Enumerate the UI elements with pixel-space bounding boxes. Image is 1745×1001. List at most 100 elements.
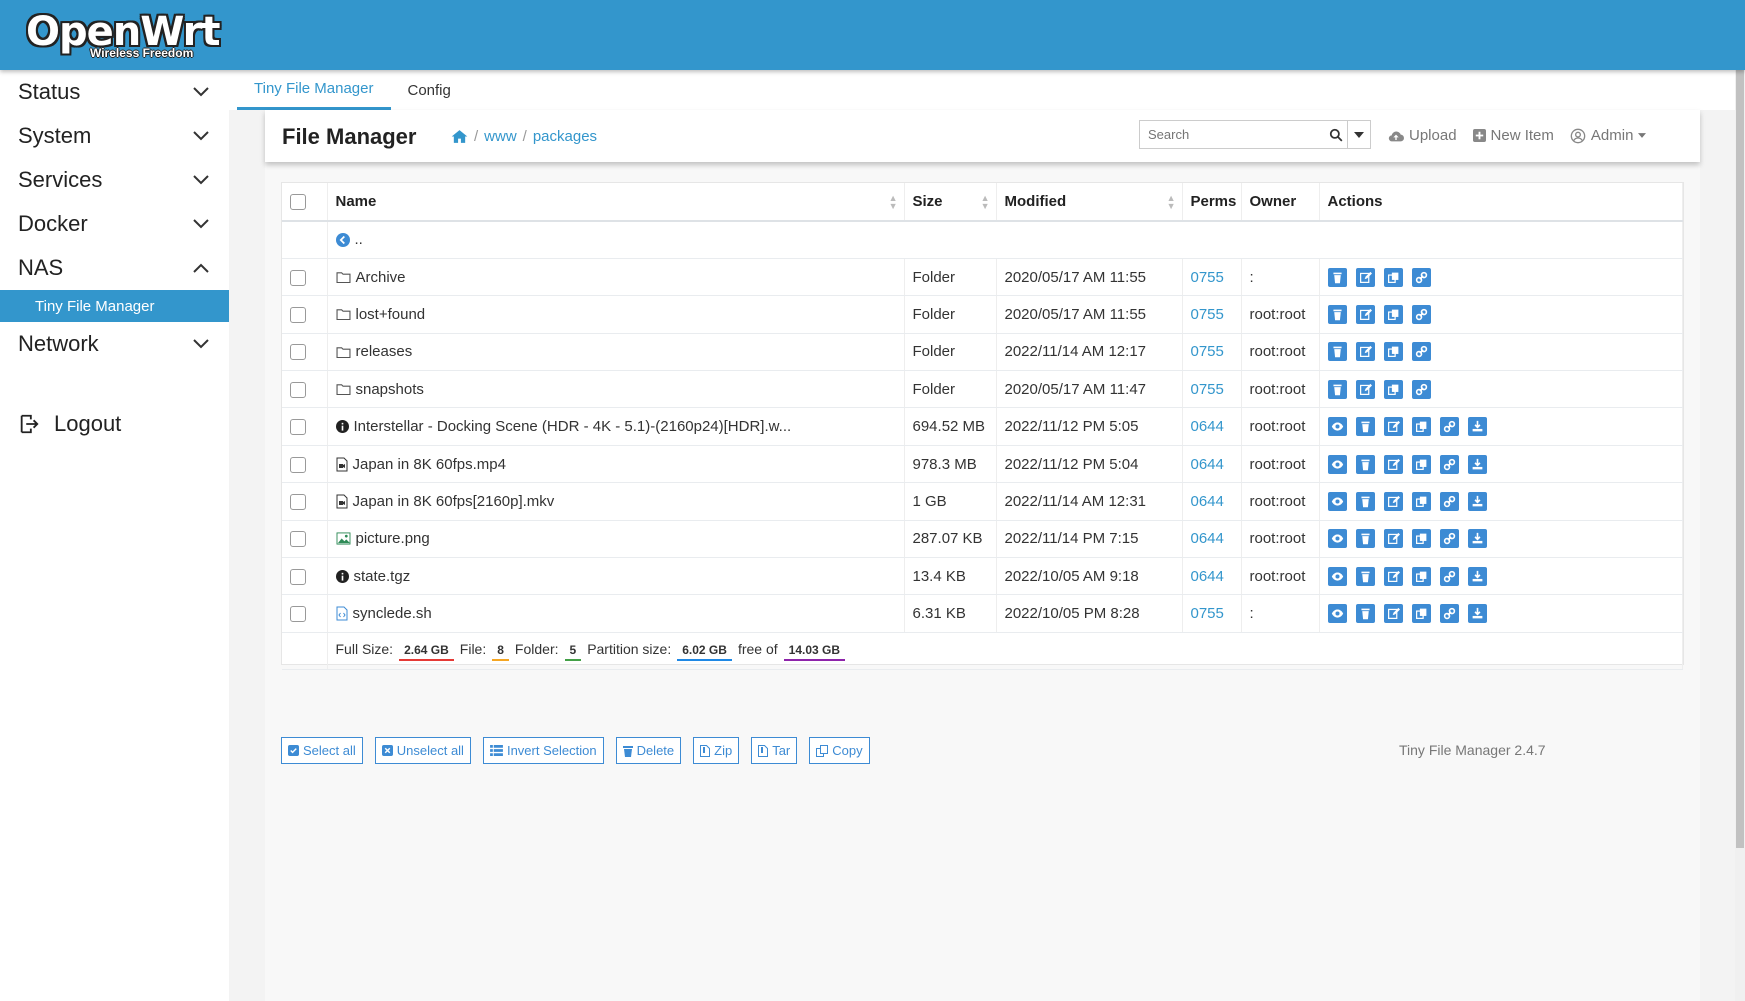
copy-button[interactable] bbox=[1411, 529, 1431, 549]
upload-button[interactable]: Upload bbox=[1388, 127, 1457, 144]
file-perms-link[interactable]: 0755 bbox=[1182, 333, 1242, 372]
scrollbar-thumb[interactable] bbox=[1736, 70, 1744, 848]
file-perms-link[interactable]: 0755 bbox=[1182, 370, 1242, 409]
file-name-cell[interactable]: Interstellar - Docking Scene (HDR - 4K -… bbox=[327, 407, 905, 446]
admin-menu[interactable]: Admin bbox=[1570, 127, 1647, 144]
file-perms-link[interactable]: 0755 bbox=[1182, 295, 1242, 334]
row-checkbox[interactable] bbox=[290, 344, 306, 361]
delete-button[interactable] bbox=[1327, 267, 1347, 287]
file-perms-link[interactable]: 0644 bbox=[1182, 557, 1242, 596]
sidebar-item-docker[interactable]: Docker bbox=[0, 202, 229, 246]
delete-button[interactable]: Delete bbox=[615, 737, 682, 764]
row-checkbox[interactable] bbox=[290, 381, 306, 398]
rename-button[interactable] bbox=[1383, 604, 1403, 624]
copy-button[interactable] bbox=[1411, 417, 1431, 437]
rename-button[interactable] bbox=[1383, 454, 1403, 474]
rename-button[interactable] bbox=[1355, 379, 1375, 399]
sidebar-item-services[interactable]: Services bbox=[0, 158, 229, 202]
delete-button[interactable] bbox=[1355, 491, 1375, 511]
file-name-link[interactable]: lost+found bbox=[335, 306, 904, 323]
table-row[interactable]: picture.png 287.07 KB 2022/11/14 PM 7:15 06… bbox=[282, 520, 1683, 559]
delete-button[interactable] bbox=[1327, 304, 1347, 324]
download-button[interactable] bbox=[1467, 566, 1487, 586]
delete-button[interactable] bbox=[1327, 379, 1347, 399]
link-button[interactable] bbox=[1439, 417, 1459, 437]
row-checkbox[interactable] bbox=[290, 493, 306, 510]
delete-button[interactable] bbox=[1327, 342, 1347, 362]
column-size[interactable]: Size ▲ ▼ bbox=[904, 183, 997, 222]
logout-link[interactable]: Logout bbox=[0, 404, 229, 444]
file-name-link[interactable]: snapshots bbox=[335, 381, 904, 398]
table-row[interactable]: snapshots Folder 2020/05/17 AM 11:47 0755 ro… bbox=[282, 370, 1683, 409]
copy-button[interactable] bbox=[1383, 267, 1403, 287]
unselect-all-button[interactable]: Unselect all bbox=[374, 737, 471, 764]
table-row[interactable]: Japan in 8K 60fps[2160p].mkv 1 GB 2022/11/… bbox=[282, 482, 1683, 521]
table-row[interactable]: Archive Folder 2020/05/17 AM 11:55 0755: bbox=[282, 258, 1683, 297]
copy-button[interactable] bbox=[1411, 454, 1431, 474]
sidebar-item-status[interactable]: Status bbox=[0, 70, 229, 114]
rename-button[interactable] bbox=[1383, 417, 1403, 437]
file-name-cell[interactable]: Japan in 8K 60fps.mp4 bbox=[327, 445, 905, 484]
view-button[interactable] bbox=[1327, 566, 1347, 586]
delete-button[interactable] bbox=[1355, 417, 1375, 437]
row-checkbox[interactable] bbox=[290, 419, 306, 436]
download-button[interactable] bbox=[1467, 529, 1487, 549]
copy-button[interactable] bbox=[1383, 379, 1403, 399]
sidebar-item-network[interactable]: Network bbox=[0, 322, 229, 366]
download-button[interactable] bbox=[1467, 454, 1487, 474]
view-button[interactable] bbox=[1327, 604, 1347, 624]
search-input[interactable] bbox=[1140, 121, 1324, 148]
delete-button[interactable] bbox=[1355, 604, 1375, 624]
file-name-link[interactable]: state.tgz bbox=[335, 568, 904, 585]
table-row[interactable]: Japan in 8K 60fps.mp4 978.3 MB 2022/11/12 … bbox=[282, 445, 1683, 484]
table-row[interactable]: synclede.sh 6.31 KB 2022/10/05 PM 8:28 0755… bbox=[282, 594, 1683, 633]
file-name-link[interactable]: releases bbox=[335, 343, 904, 360]
link-button[interactable] bbox=[1411, 267, 1431, 287]
rename-button[interactable] bbox=[1383, 566, 1403, 586]
copy-button[interactable] bbox=[1383, 304, 1403, 324]
row-checkbox[interactable] bbox=[290, 456, 306, 473]
file-name-link[interactable]: Japan in 8K 60fps[2160p].mkv bbox=[336, 493, 904, 510]
table-row[interactable]: releases Folder 2022/11/14 AM 12:17 0755 roo… bbox=[282, 333, 1683, 372]
file-name-cell[interactable]: state.tgz bbox=[327, 557, 905, 596]
parent-directory-cell[interactable]: .. bbox=[327, 221, 1683, 259]
file-name-cell[interactable]: synclede.sh bbox=[327, 594, 905, 633]
link-button[interactable] bbox=[1411, 379, 1431, 399]
file-name-link[interactable]: Interstellar - Docking Scene (HDR - 4K -… bbox=[335, 418, 904, 435]
file-name-cell[interactable]: picture.png bbox=[327, 520, 905, 559]
tar-button[interactable]: Tar bbox=[751, 737, 798, 764]
table-row[interactable]: Interstellar - Docking Scene (HDR - 4K -… bbox=[282, 407, 1683, 446]
search-dropdown-button[interactable] bbox=[1347, 121, 1370, 148]
view-button[interactable] bbox=[1327, 529, 1347, 549]
link-button[interactable] bbox=[1439, 454, 1459, 474]
link-button[interactable] bbox=[1439, 529, 1459, 549]
file-perms-link[interactable]: 0644 bbox=[1182, 482, 1242, 521]
row-checkbox[interactable] bbox=[290, 306, 306, 323]
delete-button[interactable] bbox=[1355, 454, 1375, 474]
download-button[interactable] bbox=[1467, 491, 1487, 511]
tab-tiny-file-manager[interactable]: Tiny File Manager bbox=[237, 70, 391, 110]
select-all-button[interactable]: Select all bbox=[281, 737, 363, 764]
row-checkbox[interactable] bbox=[290, 269, 306, 286]
link-button[interactable] bbox=[1411, 304, 1431, 324]
file-perms-link[interactable]: 0755 bbox=[1182, 594, 1242, 633]
home-icon[interactable] bbox=[451, 129, 468, 144]
copy-button[interactable] bbox=[1411, 491, 1431, 511]
row-checkbox[interactable] bbox=[290, 531, 306, 548]
file-name-link[interactable]: picture.png bbox=[336, 530, 904, 547]
row-checkbox[interactable] bbox=[290, 606, 306, 623]
tab-config[interactable]: Config bbox=[391, 70, 468, 110]
file-perms-link[interactable]: 0755 bbox=[1182, 258, 1242, 297]
rename-button[interactable] bbox=[1383, 529, 1403, 549]
delete-button[interactable] bbox=[1355, 529, 1375, 549]
file-name-link[interactable]: Japan in 8K 60fps.mp4 bbox=[336, 456, 904, 473]
file-perms-link[interactable]: 0644 bbox=[1182, 520, 1242, 559]
file-name-link[interactable]: Archive bbox=[335, 269, 904, 286]
file-name-cell[interactable]: Archive bbox=[327, 258, 905, 297]
rename-button[interactable] bbox=[1355, 267, 1375, 287]
file-name-cell[interactable]: lost+found bbox=[327, 295, 905, 334]
column-modified[interactable]: Modified ▲ ▼ bbox=[996, 183, 1183, 222]
breadcrumb-www[interactable]: www bbox=[484, 128, 517, 145]
sidebar-item-system[interactable]: System bbox=[0, 114, 229, 158]
search-button[interactable] bbox=[1324, 121, 1347, 148]
